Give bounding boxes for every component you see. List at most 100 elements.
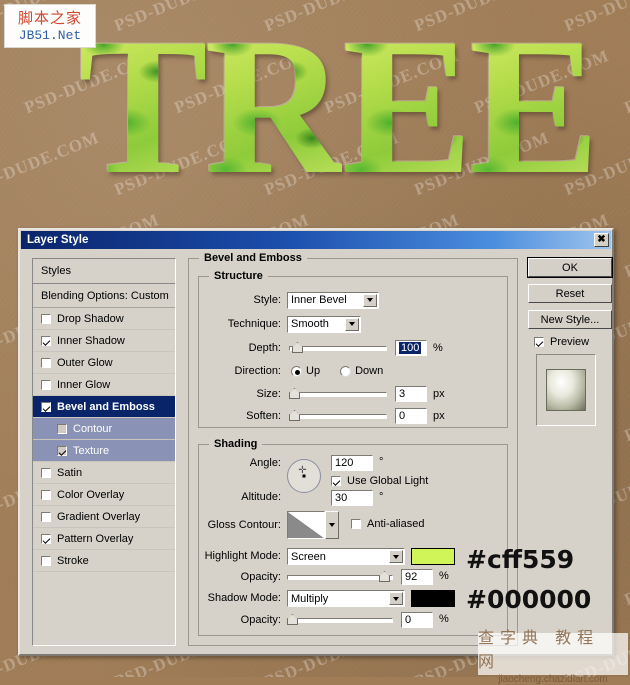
checkbox-icon[interactable] [41,401,51,412]
angle-input[interactable]: 120 [331,455,373,471]
size-slider[interactable] [289,387,387,401]
chevron-down-icon[interactable] [363,293,377,307]
sidebar-item-color-overlay[interactable]: Color Overlay [33,484,175,506]
effect-label: Contour [73,422,113,435]
blending-options-label: Blending Options: Custom [41,289,169,302]
shadow-mode-value: Multiply [291,592,329,605]
anti-aliased-checkbox[interactable]: Anti-aliased [351,518,424,530]
sidebar-item-blending-options[interactable]: Blending Options: Custom [33,284,175,308]
sidebar-item-contour[interactable]: Contour [33,418,175,440]
shadow-color-swatch[interactable] [411,590,455,607]
preview-checkbox[interactable]: Preview [534,336,612,348]
depth-slider[interactable] [289,341,387,355]
sidebar-item-pattern-overlay[interactable]: Pattern Overlay [33,528,175,550]
technique-select[interactable]: Smooth [287,315,361,333]
gloss-contour-dropdown[interactable] [325,511,339,539]
shadow-opacity-input[interactable]: 0 [401,612,433,628]
sidebar-item-bevel-and-emboss[interactable]: Bevel and Emboss [33,396,175,418]
soften-slider[interactable] [289,409,387,423]
angle-value: 120 [335,457,354,469]
logo-domain-text: JB51.Net [18,27,82,43]
depth-input[interactable]: 100 [395,340,427,356]
preview-label: Preview [550,336,590,348]
depth-label: Depth: [248,342,281,354]
altitude-input[interactable]: 30 [331,490,373,506]
effect-label: Satin [57,466,83,479]
chevron-down-icon[interactable] [345,317,359,331]
checkbox-icon [351,519,361,529]
checkbox-icon[interactable] [57,445,67,456]
shading-group-title: Shading [209,438,263,450]
checkbox-icon[interactable] [41,313,51,324]
dialog-actions: OK Reset New Style... Preview [528,258,612,426]
effect-label: Color Overlay [57,488,125,501]
highlight-mode-value: Screen [291,550,326,563]
styles-header[interactable]: Styles [33,259,175,284]
effect-label: Inner Shadow [57,334,125,347]
sidebar-item-inner-glow[interactable]: Inner Glow [33,374,175,396]
sidebar-item-outer-glow[interactable]: Outer Glow [33,352,175,374]
sidebar-item-inner-shadow[interactable]: Inner Shadow [33,330,175,352]
checkbox-icon[interactable] [41,467,51,478]
angle-label: Angle: [249,457,281,469]
checkbox-icon[interactable] [41,533,51,544]
effect-label: Pattern Overlay [57,532,134,545]
use-global-light-checkbox[interactable]: Use Global Light [331,475,428,487]
preview-thumbnail-image [546,369,586,411]
soften-unit: px [433,410,445,422]
angle-dial[interactable]: ✛ [287,459,321,493]
gloss-contour-label: Gloss Contour: [207,519,281,531]
sidebar-item-drop-shadow[interactable]: Drop Shadow [33,308,175,330]
checkbox-icon[interactable] [41,511,51,522]
highlight-opacity-input[interactable]: 92 [401,569,433,585]
sidebar-item-texture[interactable]: Texture [33,440,175,462]
chazidian-chinese-text: 查字典 教程 网 [478,627,600,671]
checkbox-icon[interactable] [57,423,67,434]
checkbox-icon[interactable] [41,489,51,500]
checkbox-icon[interactable] [41,357,51,368]
sidebar-item-gradient-overlay[interactable]: Gradient Overlay [33,506,175,528]
soften-input[interactable]: 0 [395,408,427,424]
checkbox-icon[interactable] [41,555,51,566]
altitude-value: 30 [335,492,348,504]
size-input[interactable]: 3 [395,386,427,402]
chevron-down-icon[interactable] [389,550,403,563]
gloss-curve-icon [288,512,324,538]
style-select[interactable]: Inner Bevel [287,291,379,309]
dialog-titlebar[interactable]: Layer Style ✖ [21,231,611,249]
shadow-mode-select[interactable]: Multiply [287,590,405,607]
radio-icon [340,365,352,377]
direction-up-label: Up [306,365,321,377]
depth-row: Depth: 100 % [199,339,499,357]
checkbox-icon[interactable] [41,379,51,390]
gloss-contour-preview[interactable] [287,511,325,539]
shadow-opacity-label: Opacity: [240,614,281,626]
direction-down-radio[interactable]: Down [340,365,383,377]
shadow-opacity-slider[interactable] [287,613,393,627]
direction-down-label: Down [355,365,384,377]
effects-list: Drop Shadow Inner Shadow Outer Glow Inner G… [33,308,175,572]
sidebar-item-satin[interactable]: Satin [33,462,175,484]
tree-letter: T [78,0,205,215]
shadow-hex-annotation: #000000 [466,585,592,614]
highlight-mode-select[interactable]: Screen [287,548,405,565]
direction-up-radio[interactable]: Up [291,365,320,377]
reset-button[interactable]: Reset [528,284,612,303]
highlight-color-swatch[interactable] [411,548,455,565]
tree-letter: R [204,0,343,215]
checkbox-icon[interactable] [41,335,51,346]
chevron-down-icon[interactable] [389,592,403,605]
jb51-logo: 脚本之家 JB51.Net [4,4,96,48]
ok-button[interactable]: OK [528,258,612,277]
close-icon[interactable]: ✖ [594,233,609,247]
altitude-degree-symbol: ° [379,491,384,503]
sidebar-item-stroke[interactable]: Stroke [33,550,175,572]
highlight-opacity-slider[interactable] [287,570,393,584]
chazidian-url: jiaocheng.chazidian.com [498,673,608,685]
logo-chinese-text: 脚本之家 [17,8,82,27]
new-style-button[interactable]: New Style... [528,310,612,329]
shading-group-box: Shading Angle: ✛ 120 ° Use Global Light … [198,438,508,636]
shadow-opacity-unit: % [439,613,449,625]
size-unit: px [433,388,445,400]
tree-letter: E [342,0,470,215]
